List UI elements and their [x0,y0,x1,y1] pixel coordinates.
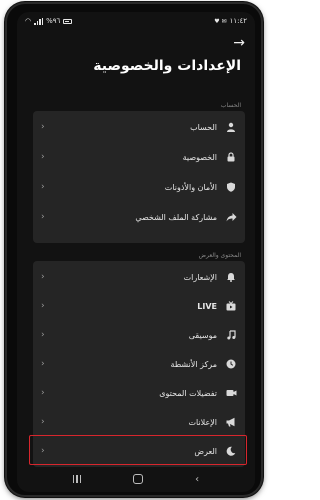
chevron-left-icon: ‹ [41,122,45,132]
signal-icon [34,17,44,25]
settings-item-share-profile[interactable]: مشاركة الملف الشخصي ‹ [33,203,245,231]
settings-item-notifications[interactable]: الإشعارات ‹ [33,263,245,291]
recent-apps-icon[interactable] [72,475,82,483]
page-title: الإعدادات والخصوصية [93,58,241,74]
video-camera-icon [225,387,237,399]
chevron-left-icon: ‹ [41,182,45,192]
notification-icons: ♥ ✉ [214,17,227,25]
settings-item-label: موسيقى [188,330,217,340]
chevron-left-icon: ‹ [41,301,45,311]
settings-item-label: الأمان والأذونات [164,182,217,192]
section-label-account: الحساب [220,102,241,109]
bell-icon [225,271,237,283]
battery-percent: %٩٦ [46,17,61,25]
settings-item-label: مركز الأنشطة [170,359,217,369]
back-arrow-icon[interactable]: → [233,34,245,52]
settings-item-privacy[interactable]: الخصوصية ‹ [33,143,245,171]
screen: ◠ %٩٦ ♥ ✉ ١١:٤٢ → الإعدادات والخصوصية ال… [17,12,255,492]
settings-item-music[interactable]: موسيقى ‹ [33,321,245,349]
settings-item-label: مشاركة الملف الشخصي [135,212,217,222]
wifi-icon: ◠ [25,17,32,25]
settings-item-content-preferences[interactable]: تفضيلات المحتوى ‹ [33,379,245,407]
home-icon[interactable] [133,474,144,484]
phone-frame: ◠ %٩٦ ♥ ✉ ١١:٤٢ → الإعدادات والخصوصية ال… [5,2,263,497]
chevron-left-icon: ‹ [41,212,45,222]
settings-item-label: تفضيلات المحتوى [159,388,217,398]
chevron-left-icon: ‹ [41,330,45,340]
system-nav-bar: ‹ [17,466,255,492]
settings-item-label: الإعلانات [188,417,217,427]
chevron-left-icon: ‹ [41,417,45,427]
status-time: ١١:٤٢ [229,17,247,25]
settings-item-label: LIVE [197,301,217,311]
status-bar: ◠ %٩٦ ♥ ✉ ١١:٤٢ [17,12,255,30]
chevron-left-icon: ‹ [41,359,45,369]
share-icon [225,211,237,223]
settings-item-activity-center[interactable]: مركز الأنشطة ‹ [33,350,245,378]
settings-item-live[interactable]: LIVE ‹ [33,292,245,320]
settings-item-security[interactable]: الأمان والأذونات ‹ [33,173,245,201]
section-label-content: المحتوى والعرض [198,252,241,259]
account-card: الحساب ‹ الخصوصية ‹ الأمان والأذونات ‹ م… [33,111,245,243]
clock-icon [225,358,237,370]
lock-icon [225,151,237,163]
settings-item-label: الحساب [190,122,217,132]
megaphone-icon [225,416,237,428]
settings-item-label: الإشعارات [183,272,217,282]
chevron-left-icon: ‹ [41,272,45,282]
live-tv-icon [225,300,237,312]
chevron-left-icon: ‹ [41,388,45,398]
shield-icon [225,181,237,193]
settings-item-ads[interactable]: الإعلانات ‹ [33,408,245,436]
settings-item-label: الخصوصية [182,152,217,162]
display-highlight-box [29,435,247,465]
music-note-icon [225,329,237,341]
chevron-left-icon: ‹ [41,152,45,162]
nav-back-icon[interactable]: ‹ [195,474,199,485]
settings-item-account[interactable]: الحساب ‹ [33,113,245,141]
battery-icon [63,18,73,24]
person-icon [225,121,237,133]
